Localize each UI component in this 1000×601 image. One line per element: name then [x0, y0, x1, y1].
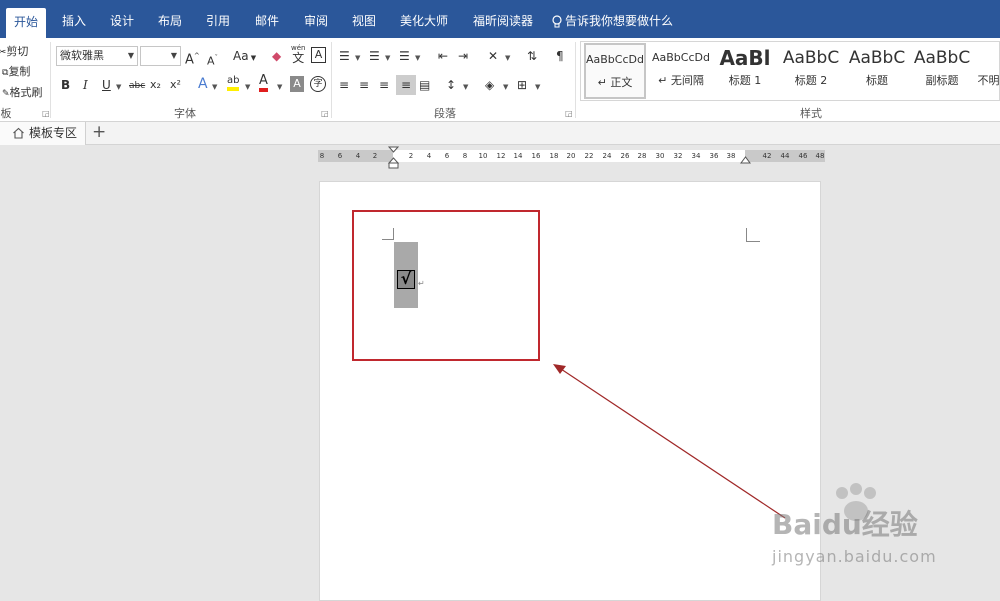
watermark-brand: Baidu经验: [772, 508, 918, 541]
watermark-url: jingyan.baidu.com: [772, 547, 937, 566]
baidu-watermark: Baidu经验 jingyan.baidu.com: [772, 483, 1000, 590]
